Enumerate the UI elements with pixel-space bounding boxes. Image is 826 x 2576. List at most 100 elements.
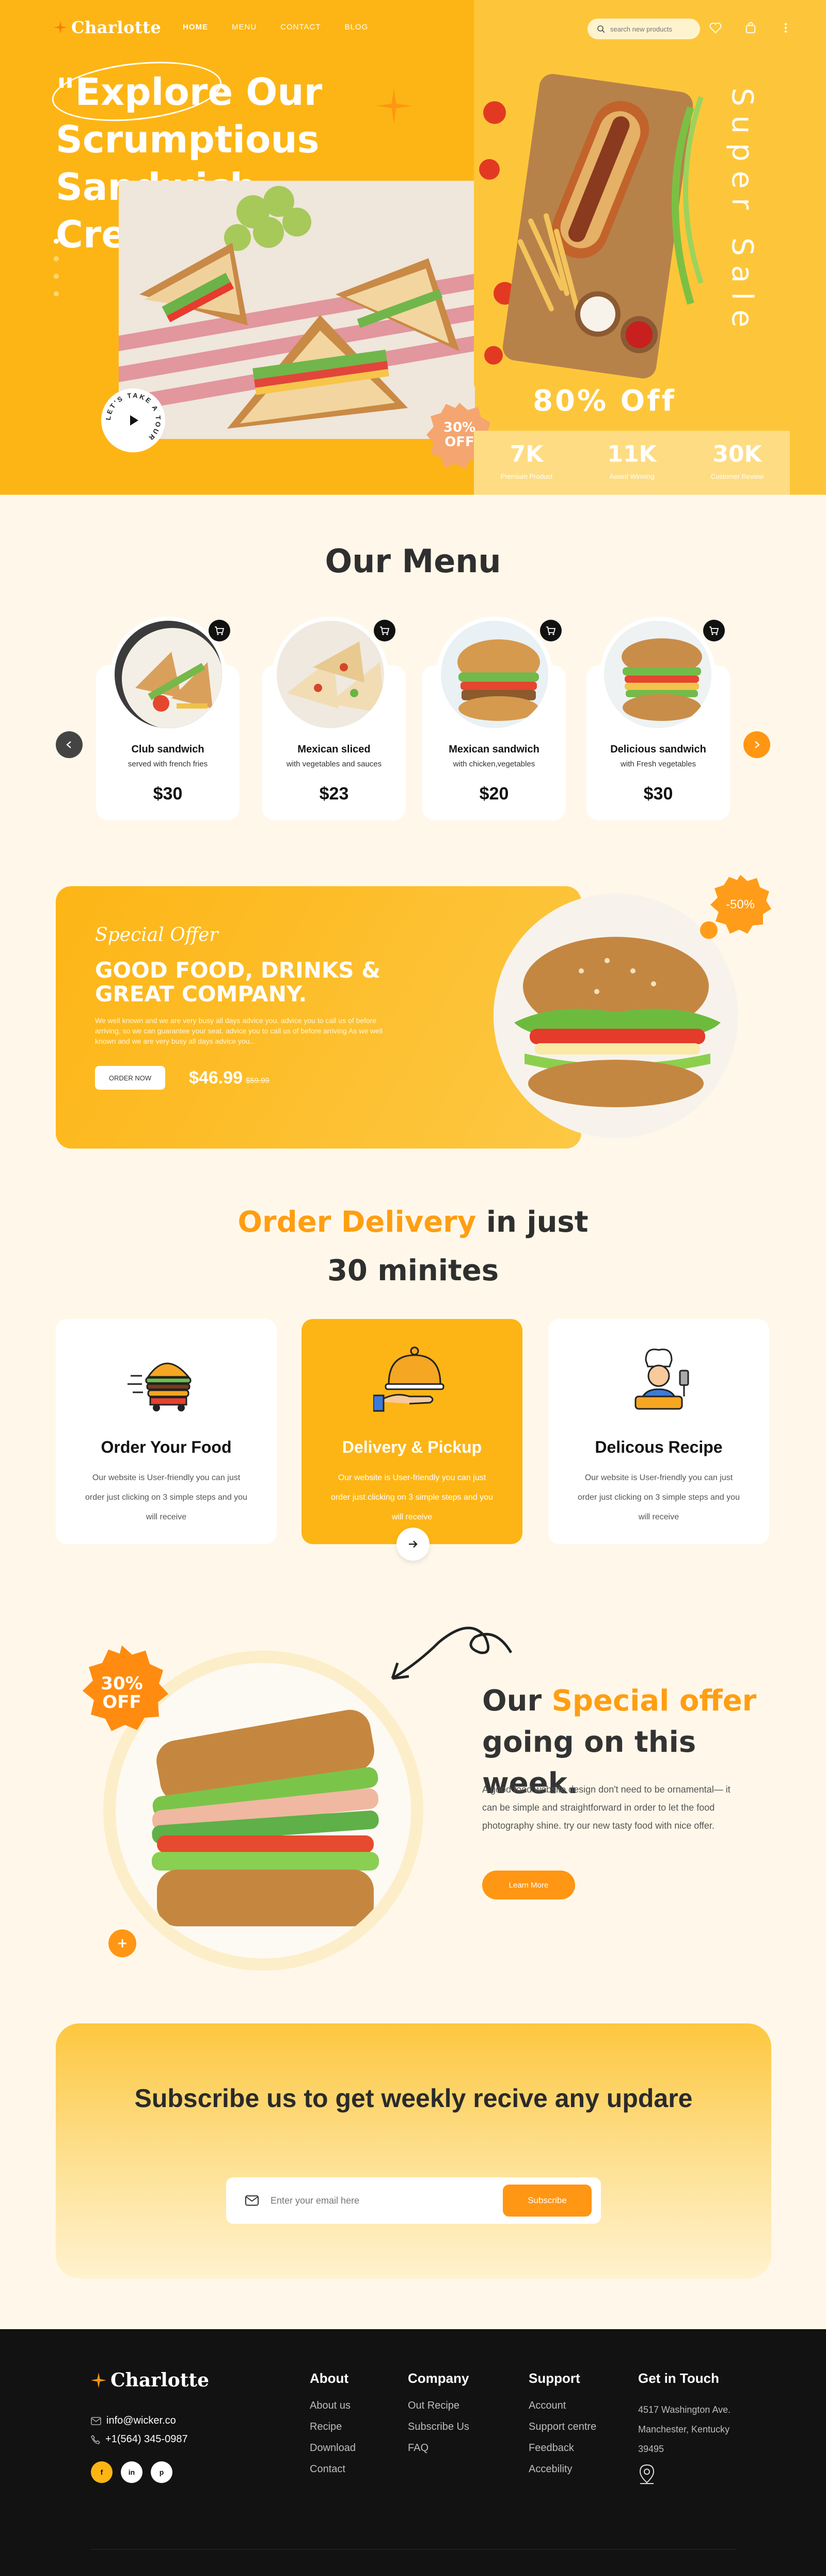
footer-link[interactable]: Feedback (529, 2442, 596, 2454)
menu-item-name: Mexican sandwich (449, 744, 539, 755)
take-a-tour-button[interactable]: LET'S TAKE A TOUR (101, 388, 165, 452)
add-to-cart-button[interactable] (540, 620, 562, 641)
add-to-cart-button[interactable] (374, 620, 395, 641)
slider-dot[interactable] (54, 274, 59, 279)
brand-name: Charlotte (71, 18, 162, 37)
nav-menu[interactable]: MENU (232, 23, 257, 32)
sparkle-icon (376, 88, 412, 124)
weekly-head-our: Our (482, 1684, 542, 1718)
feature-next-button[interactable] (396, 1528, 430, 1561)
menu-item-image (600, 617, 716, 732)
subscribe-panel (56, 2023, 771, 2279)
heart-icon[interactable] (708, 21, 723, 35)
feature-card[interactable]: Delicous Recipe Our website is User-frie… (548, 1319, 769, 1544)
facebook-icon[interactable]: f (91, 2461, 113, 2483)
stat-number: 11K (607, 441, 657, 467)
nav-home[interactable]: HOME (183, 23, 208, 32)
order-now-button[interactable]: ORDER NOW (95, 1066, 165, 1090)
menu-item-desc: served with french fries (128, 760, 208, 768)
curly-arrow-icon (391, 1626, 513, 1680)
footer-link[interactable]: About us (310, 2400, 356, 2412)
sparkle-icon (54, 21, 67, 34)
menu-item-price: $20 (479, 784, 509, 804)
food-cloche-icon (373, 1346, 444, 1412)
footer-phone-text: +1(564) 345-0987 (105, 2433, 188, 2445)
nav-blog[interactable]: BLOG (345, 23, 369, 32)
slider-dot[interactable] (54, 291, 59, 296)
menu-item-price: $30 (643, 784, 673, 804)
footer-link[interactable]: Contact (310, 2463, 356, 2475)
footer-email[interactable]: info@wicker.co (91, 2415, 176, 2427)
hero-slider-dots (54, 239, 59, 309)
offer-price: $46.99 (189, 1068, 243, 1088)
nav-contact[interactable]: CONTACT (280, 23, 321, 32)
subscribe-title: Subscribe us to get weekly recive any up… (134, 2084, 693, 2113)
stat-number: 7K (510, 441, 544, 467)
weekly-head-highlight: Special offer (551, 1684, 757, 1718)
footer-link[interactable]: Support centre (529, 2421, 596, 2433)
chef-icon (634, 1348, 689, 1410)
search-icon (597, 25, 605, 33)
footer-logo[interactable]: Charlotte (91, 2369, 209, 2391)
email-input[interactable] (271, 2193, 477, 2208)
arrow-right-icon (409, 1541, 418, 1548)
footer-link[interactable]: FAQ (408, 2442, 469, 2454)
menu-item-image (437, 617, 552, 732)
feature-card-text: Our website is User-friendly you can jus… (85, 1473, 247, 1521)
footer-col-contact: Get in Touch 4517 Washington Ave. Manche… (638, 2370, 752, 2487)
special-offer-headline: GOOD FOOD, DRINKS & GREAT COMPANY. (95, 957, 380, 1007)
promo-80-off: 80% Off (533, 384, 676, 418)
add-to-cart-button[interactable] (703, 620, 725, 641)
menu-dots-icon[interactable] (779, 21, 793, 35)
discount-badge: -50% (708, 873, 772, 937)
arrow-right-icon (755, 741, 760, 748)
menu-item-price: $30 (153, 784, 183, 804)
brand-logo[interactable]: Charlotte (54, 18, 161, 37)
footer-phone[interactable]: +1(564) 345-0987 (91, 2433, 188, 2445)
menu-next-button[interactable] (743, 731, 770, 758)
footer-link[interactable]: Accebility (529, 2463, 596, 2475)
menu-title: Our Menu (325, 542, 501, 580)
footer-address: 4517 Washington Ave. Manchester, Kentuck… (638, 2405, 731, 2454)
tour-label: LET'S TAKE A TOUR (104, 391, 161, 443)
footer-col-about: About About us Recipe Download Contact (310, 2370, 356, 2485)
menu-item-desc: with vegetables and sauces (286, 760, 382, 768)
add-to-cart-button[interactable] (209, 620, 230, 641)
phone-icon (91, 2434, 100, 2444)
bag-icon[interactable] (743, 21, 758, 35)
mail-icon (91, 2416, 101, 2425)
footer-col-title: Get in Touch (638, 2370, 719, 2386)
stat-item: 30K Customer Review (685, 431, 790, 495)
feature-card[interactable]: Delivery & Pickup Our website is User-fr… (301, 1319, 522, 1544)
feature-card-text: Our website is User-friendly you can jus… (331, 1473, 493, 1521)
footer-col-support: Support Account Support centre Feedback … (529, 2370, 596, 2485)
super-sale-label: Super Sale (725, 88, 759, 337)
pinterest-icon[interactable]: p (151, 2461, 172, 2483)
feature-card[interactable]: Order Your Food Our website is User-frie… (56, 1319, 277, 1544)
stat-item: 11K Award Winning (579, 431, 685, 495)
slider-dot[interactable] (54, 256, 59, 261)
footer-link[interactable]: Subscribe Us (408, 2421, 469, 2433)
footer-link[interactable]: Recipe (310, 2421, 356, 2433)
menu-prev-button[interactable] (56, 731, 83, 758)
search-bar[interactable] (587, 19, 700, 39)
subscribe-button[interactable]: Subscribe (503, 2185, 592, 2217)
search-input[interactable] (610, 25, 693, 33)
slider-dot[interactable] (54, 239, 59, 244)
location-pin-icon[interactable] (638, 2464, 656, 2485)
menu-item-image (273, 617, 388, 732)
learn-more-button[interactable]: Learn More (482, 1871, 575, 1899)
burger-delivery-icon (128, 1362, 192, 1411)
footer-link[interactable]: Out Recipe (408, 2400, 469, 2412)
footer-link[interactable]: Account (529, 2400, 596, 2412)
header-icons (708, 21, 793, 35)
instagram-icon[interactable]: in (121, 2461, 142, 2483)
offer-old-price: $59.99 (246, 1076, 269, 1085)
add-button[interactable] (108, 1929, 136, 1957)
discount-badge-text: 30% OFF (101, 1673, 143, 1713)
delivery-title: Order Delivery in just 30 minites (0, 1198, 826, 1295)
footer-link[interactable]: Download (310, 2442, 356, 2454)
menu-item-name: Club sandwich (131, 744, 204, 755)
footer-col-company: Company Out Recipe Subscribe Us FAQ (408, 2370, 469, 2463)
stat-number: 30K (712, 441, 762, 467)
